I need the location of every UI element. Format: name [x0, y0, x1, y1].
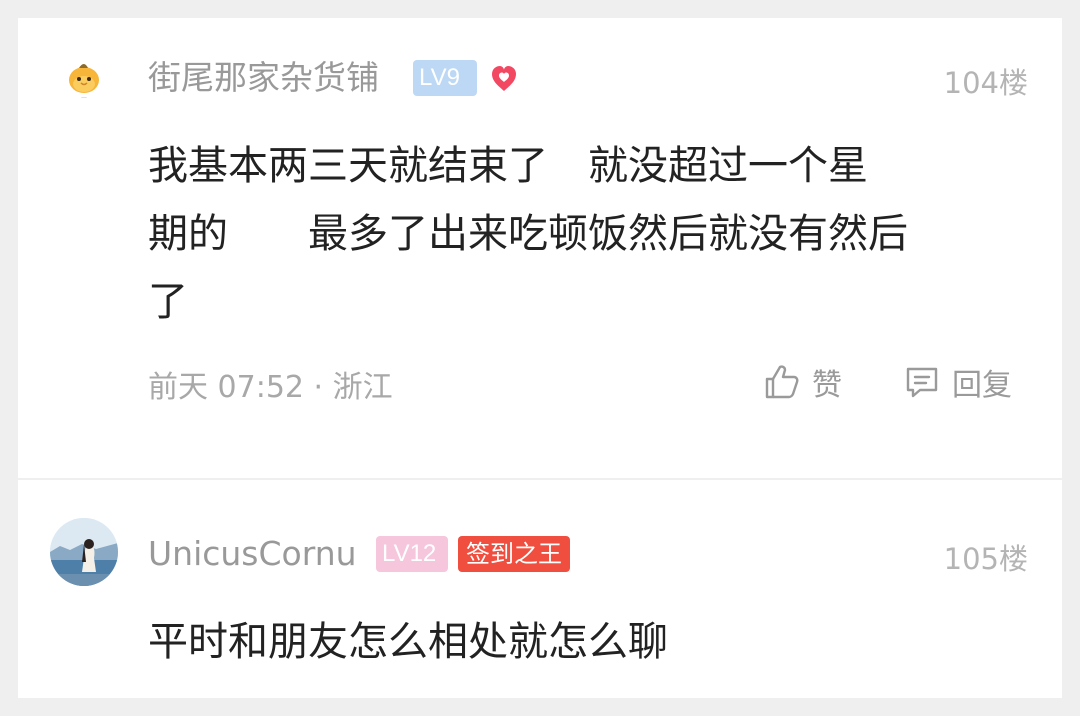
- thumbs-up-icon: [765, 365, 799, 399]
- photo-avatar-icon: [50, 518, 118, 586]
- floor-number: 104楼: [943, 66, 1028, 100]
- svg-text:—: —: [81, 94, 87, 101]
- floor-number: 105楼: [943, 542, 1028, 576]
- comment-card-105: UnicusCornu LV12 签到之王 105楼 平时和朋友怎么相处就怎么聊: [18, 480, 1062, 698]
- heart-icon: [492, 66, 516, 91]
- reply-button[interactable]: 回复: [902, 360, 1012, 404]
- level-badge: LV9: [413, 60, 477, 96]
- comment-card-104: — 街尾那家杂货铺 LV9 104楼 我基本两三天就结束了 就没超过一个星 期的…: [18, 18, 1062, 478]
- user-avatar[interactable]: [50, 518, 118, 586]
- comment-bubble-icon: [906, 367, 938, 398]
- checkin-king-badge: 签到之王: [458, 536, 570, 572]
- username[interactable]: UnicusCornu: [148, 534, 357, 574]
- orange-chick-avatar-icon: —: [69, 64, 99, 101]
- reply-label: 回复: [952, 368, 1012, 403]
- like-label: 赞: [812, 368, 842, 403]
- user-avatar[interactable]: —: [50, 44, 118, 112]
- username[interactable]: 街尾那家杂货铺: [148, 58, 379, 98]
- level-badge: LV12: [376, 536, 448, 572]
- timestamp-location: 前天 07:52 · 浙江: [148, 370, 393, 405]
- like-button[interactable]: 赞: [762, 360, 842, 404]
- comment-text: 平时和朋友怎么相处就怎么聊: [148, 619, 668, 665]
- comment-text: 我基本两三天就结束了 就没超过一个星 期的 最多了出来吃顿饭然后就没有然后 了: [148, 143, 908, 325]
